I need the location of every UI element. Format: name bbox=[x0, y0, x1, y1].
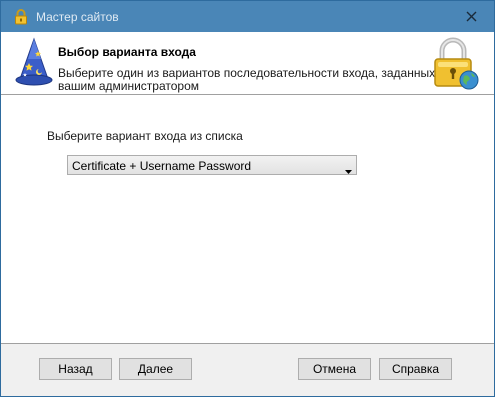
wizard-header: Выбор варианта входа Выберите один из ва… bbox=[1, 32, 494, 95]
page-title: Выбор варианта входа bbox=[58, 45, 196, 59]
wizard-content: Выберите вариант входа из списка Certifi… bbox=[1, 95, 494, 344]
login-variant-label: Выберите вариант входа из списка bbox=[47, 129, 243, 143]
back-button[interactable]: Назад bbox=[39, 358, 112, 380]
lock-icon bbox=[14, 9, 28, 25]
chevron-down-icon bbox=[345, 163, 352, 177]
close-button[interactable] bbox=[448, 1, 494, 32]
login-variant-value: Certificate + Username Password bbox=[72, 159, 252, 173]
title-bar[interactable]: Мастер сайтов bbox=[1, 1, 494, 32]
window-title: Мастер сайтов bbox=[36, 10, 119, 24]
next-button[interactable]: Далее bbox=[119, 358, 192, 380]
wizard-window: Мастер сайтов Выбор варианта входа Выбер… bbox=[0, 0, 495, 397]
cancel-button[interactable]: Отмена bbox=[298, 358, 371, 380]
page-description: Выберите один из вариантов последователь… bbox=[58, 66, 436, 93]
help-button[interactable]: Справка bbox=[379, 358, 452, 380]
wizard-footer: Назад Далее Отмена Справка bbox=[1, 344, 494, 396]
login-variant-select[interactable]: Certificate + Username Password bbox=[67, 155, 357, 175]
wizard-hat-icon bbox=[14, 37, 54, 89]
close-icon bbox=[466, 11, 477, 22]
lock-globe-icon bbox=[431, 36, 479, 90]
